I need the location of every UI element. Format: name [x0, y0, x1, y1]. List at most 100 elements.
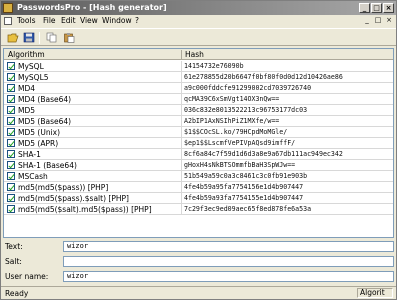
- salt-label: Salt:: [5, 257, 22, 266]
- algorithm-cell: md5(md5($salt).md5($pass)) [PHP]: [18, 205, 152, 214]
- grid-header: Algorithm Hash: [4, 49, 393, 60]
- row-checkbox[interactable]: [7, 73, 15, 81]
- text-input[interactable]: wizor: [63, 241, 394, 252]
- table-row[interactable]: md5(md5($pass)) [PHP] 4fe4b59a95fa7754156…: [4, 182, 393, 193]
- copy-icon[interactable]: [46, 32, 58, 43]
- cell-divider: [181, 149, 182, 160]
- algorithm-cell: MD4 (Base64): [18, 95, 72, 104]
- algorithm-cell: md5(md5($pass)) [PHP]: [18, 183, 109, 192]
- hash-cell: 61e278855d20b6647f0bf80f0d0d12d10426ae86: [184, 73, 343, 81]
- salt-input[interactable]: [63, 256, 394, 267]
- cell-divider: [181, 193, 182, 204]
- hash-grid[interactable]: Algorithm Hash MySQL 14154732e76090b MySQL…: [3, 48, 394, 238]
- menu-tools[interactable]: Tools: [17, 16, 35, 25]
- cell-divider: [181, 138, 182, 149]
- algorithm-cell: MD5 (APR): [18, 139, 59, 148]
- username-label: User name:: [5, 272, 49, 281]
- table-row[interactable]: MD4 a9c000fddcfe91299002cd7039726740: [4, 83, 393, 94]
- menu-view[interactable]: View: [80, 16, 98, 25]
- table-row[interactable]: MD4 (Base64) qcMA39C6xSmVgt14OX3nQw==: [4, 94, 393, 105]
- table-row[interactable]: MD5 (Unix) $1$$COcSL.ko/79HCpdMoMGle/: [4, 127, 393, 138]
- row-checkbox[interactable]: [7, 161, 15, 169]
- hash-cell: a9c000fddcfe91299002cd7039726740: [184, 84, 312, 92]
- algorithm-cell: SHA-1: [18, 150, 41, 159]
- open-folder-icon[interactable]: [7, 32, 19, 43]
- hash-cell: 51b549a59c0a3c8461c3c0fb91e903b: [184, 172, 308, 180]
- table-row[interactable]: md5(md5($pass).$salt) [PHP] 4fe4b59a93fa7…: [4, 193, 393, 204]
- paste-icon[interactable]: [63, 32, 75, 43]
- algorithm-cell: MSCash: [18, 172, 48, 181]
- row-checkbox[interactable]: [7, 117, 15, 125]
- cell-divider: [181, 116, 182, 127]
- hash-cell: 4fe4b59a93fa7754155e1d4b907447: [184, 194, 304, 202]
- menu-window[interactable]: Window: [102, 16, 132, 25]
- cell-divider: [181, 127, 182, 138]
- algorithm-cell: MD5: [18, 106, 36, 115]
- cell-divider: [181, 72, 182, 83]
- save-icon[interactable]: [23, 32, 35, 43]
- hash-cell: $ep1$$LscmfVePIVpAQsd9imffF/: [184, 139, 296, 147]
- hash-cell: qcMA39C6xSmVgt14OX3nQw==: [184, 95, 280, 103]
- row-checkbox[interactable]: [7, 150, 15, 158]
- row-checkbox[interactable]: [7, 62, 15, 70]
- column-header-hash[interactable]: Hash: [185, 50, 204, 59]
- menu-bar: Tools File Edit View Window ? _ □ ×: [1, 15, 396, 27]
- status-bar: Ready Algorit: [1, 286, 396, 299]
- row-checkbox[interactable]: [7, 128, 15, 136]
- cell-divider: [181, 160, 182, 171]
- document-icon[interactable]: [4, 17, 12, 25]
- toolbar: [1, 28, 396, 46]
- table-row[interactable]: MySQL5 61e278855d20b6647f0bf80f0d0d12d104…: [4, 72, 393, 83]
- title-bar[interactable]: PasswordsPro - [Hash generator] _ □ ×: [1, 1, 396, 15]
- text-label: Text:: [5, 242, 23, 251]
- cell-divider: [181, 105, 182, 116]
- algorithm-cell: SHA-1 (Base64): [18, 161, 77, 170]
- row-checkbox[interactable]: [7, 183, 15, 191]
- menu-edit[interactable]: Edit: [61, 16, 76, 25]
- row-checkbox[interactable]: [7, 172, 15, 180]
- close-button[interactable]: ×: [383, 3, 394, 13]
- table-row[interactable]: MySQL 14154732e76090b: [4, 61, 393, 72]
- hash-cell: 8cf6a84c7f59d1d6d3a8e9a67db111ac949ec342: [184, 150, 343, 158]
- column-separator[interactable]: [181, 50, 182, 59]
- menu-file[interactable]: File: [43, 16, 56, 25]
- cell-divider: [181, 61, 182, 72]
- app-window: PasswordsPro - [Hash generator] _ □ × To…: [0, 0, 397, 300]
- hash-cell: 7c29f3ec9ed09aec65f8ed878fe6a53a: [184, 205, 312, 213]
- menu-help[interactable]: ?: [135, 16, 139, 25]
- status-panel: Algorit: [357, 288, 393, 298]
- row-checkbox[interactable]: [7, 95, 15, 103]
- algorithm-cell: MySQL: [18, 62, 44, 71]
- hash-cell: 14154732e76090b: [184, 62, 244, 70]
- algorithm-cell: MD4: [18, 84, 36, 93]
- row-checkbox[interactable]: [7, 84, 15, 92]
- grid-rows: MySQL 14154732e76090b MySQL5 61e278855d20b6…: [4, 61, 393, 215]
- username-input[interactable]: wizor: [63, 271, 394, 282]
- mdi-restore-button[interactable]: □: [373, 16, 383, 25]
- row-checkbox[interactable]: [7, 194, 15, 202]
- hash-cell: gHoxH4sNkBTSOmmfbBaH3SpWJw==: [184, 161, 296, 169]
- hash-cell: A2bIP1AxNSIhPiZ1MXfe/w==: [184, 117, 280, 125]
- algorithm-cell: md5(md5($pass).$salt) [PHP]: [18, 194, 129, 203]
- column-header-algorithm[interactable]: Algorithm: [8, 50, 45, 59]
- window-title: PasswordsPro - [Hash generator]: [17, 3, 167, 12]
- table-row[interactable]: MD5 (APR) $ep1$$LscmfVePIVpAQsd9imffF/: [4, 138, 393, 149]
- table-row[interactable]: SHA-1 (Base64) gHoxH4sNkBTSOmmfbBaH3SpWJw…: [4, 160, 393, 171]
- row-checkbox[interactable]: [7, 205, 15, 213]
- mdi-minimize-button[interactable]: _: [362, 16, 372, 25]
- mdi-close-button[interactable]: ×: [384, 16, 394, 25]
- minimize-button[interactable]: _: [359, 3, 370, 13]
- hash-cell: 036c832e8013522213c96753177dc03: [184, 106, 308, 114]
- row-checkbox[interactable]: [7, 106, 15, 114]
- cell-divider: [181, 83, 182, 94]
- algorithm-cell: MD5 (Base64): [18, 117, 72, 126]
- table-row[interactable]: MSCash 51b549a59c0a3c8461c3c0fb91e903b: [4, 171, 393, 182]
- table-row[interactable]: SHA-1 8cf6a84c7f59d1d6d3a8e9a67db111ac949…: [4, 149, 393, 160]
- table-row[interactable]: MD5 (Base64) A2bIP1AxNSIhPiZ1MXfe/w==: [4, 116, 393, 127]
- table-row[interactable]: md5(md5($salt).md5($pass)) [PHP] 7c29f3ec…: [4, 204, 393, 215]
- maximize-button[interactable]: □: [371, 3, 382, 13]
- table-row[interactable]: MD5 036c832e8013522213c96753177dc03: [4, 105, 393, 116]
- row-checkbox[interactable]: [7, 139, 15, 147]
- cell-divider: [181, 182, 182, 193]
- toolbar-separator: [39, 32, 40, 44]
